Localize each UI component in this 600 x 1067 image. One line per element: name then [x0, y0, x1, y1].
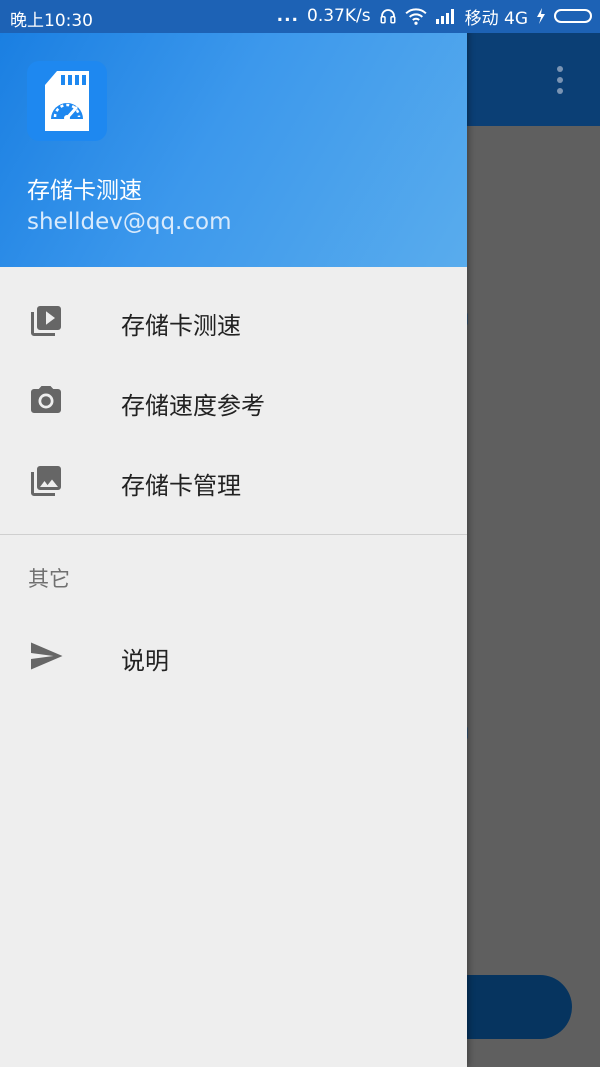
- drawer-item-label: 存储卡测速: [121, 312, 241, 340]
- status-dots: ...: [276, 6, 299, 26]
- camera-icon: [31, 386, 61, 413]
- drawer-item-card-speed-test[interactable]: 存储卡测速: [0, 281, 467, 361]
- drawer-item-label: 说明: [121, 647, 169, 675]
- drawer-item-card-management[interactable]: 存储卡管理: [0, 441, 467, 521]
- drawer-item-label: 存储速度参考: [121, 392, 265, 420]
- wifi-icon: [405, 8, 427, 25]
- status-indicators: ... 0.37K/s 移动 4G: [276, 5, 592, 29]
- signal-icon: [435, 9, 454, 24]
- sd-card-speedometer-icon: [27, 61, 107, 141]
- overflow-dot: [557, 77, 563, 83]
- photo-library-icon: [31, 466, 61, 496]
- charging-bolt-icon: [537, 8, 545, 24]
- headset-icon: [380, 9, 396, 24]
- status-time: 晚上10:30: [10, 11, 93, 31]
- battery-icon: [554, 9, 592, 23]
- overflow-dot: [557, 66, 563, 72]
- overflow-menu-icon[interactable]: [548, 62, 572, 98]
- drawer-account-email: shelldev@qq.com: [27, 209, 232, 235]
- overflow-dot: [557, 88, 563, 94]
- drawer-app-title: 存储卡测速: [27, 178, 142, 204]
- drawer-section-other: 其它: [28, 567, 70, 591]
- navigation-drawer: 存储卡测速 shelldev@qq.com 存储卡测速 存储速度参考 存储卡管理…: [0, 0, 467, 1067]
- drawer-item-speed-reference[interactable]: 存储速度参考: [0, 361, 467, 441]
- drawer-item-instructions[interactable]: 说明: [0, 616, 467, 696]
- drawer-divider: [0, 534, 467, 535]
- screen: 晚上10:30 ... 0.37K/s 移动 4G 存储卡测速 shelldev…: [0, 0, 600, 1067]
- network-speed: 0.37K/s: [307, 6, 371, 26]
- status-bar: 晚上10:30 ... 0.37K/s 移动 4G: [0, 0, 600, 33]
- video-library-icon: [31, 306, 61, 336]
- drawer-item-label: 存储卡管理: [121, 472, 241, 500]
- drawer-header: 存储卡测速 shelldev@qq.com: [0, 33, 467, 267]
- carrier-label: 移动 4G: [464, 8, 528, 29]
- send-icon: [31, 642, 63, 670]
